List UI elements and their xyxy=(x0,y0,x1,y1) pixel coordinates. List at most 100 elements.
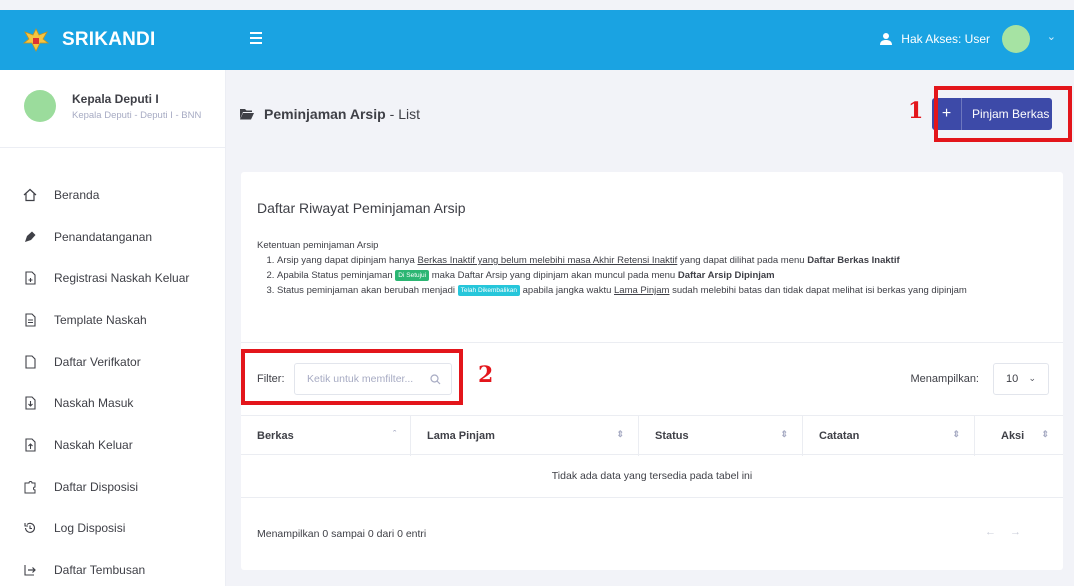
sidebar-item-label: Daftar Verifkator xyxy=(54,354,141,369)
column-header-lama-pinjam[interactable]: Lama Pinjam ⇕ xyxy=(411,416,639,456)
rule-text: maka Daftar Arsip yang dipinjam akan mun… xyxy=(429,270,678,281)
page-size-select[interactable]: 10 ⌄ xyxy=(993,363,1049,395)
access-level[interactable]: Hak Akses: User xyxy=(879,32,990,46)
card-title: Daftar Riwayat Peminjaman Arsip xyxy=(257,200,466,216)
divider xyxy=(241,342,1063,343)
column-label: Catatan xyxy=(819,430,860,442)
prev-page-button[interactable]: ← xyxy=(985,526,1010,538)
page-title: Peminjaman Arsip - List xyxy=(240,106,420,122)
returned-badge: Telah Dikembalikan xyxy=(457,284,520,296)
sidebar-item-beranda[interactable]: Beranda xyxy=(0,174,226,216)
rule-text: Arsip yang dapat dipinjam hanya xyxy=(277,255,418,266)
column-label: Berkas xyxy=(257,430,294,442)
download-file-icon xyxy=(22,395,38,411)
chevron-down-icon: ⌄ xyxy=(1028,373,1036,383)
sidebar: Kepala Deputi I Kepala Deputi - Deputi I… xyxy=(0,70,226,586)
user-avatar[interactable] xyxy=(1002,25,1030,53)
sidebar-item-label: Daftar Disposisi xyxy=(54,479,139,494)
column-label: Lama Pinjam xyxy=(427,430,495,442)
sidebar-item-naskah-keluar[interactable]: Naskah Keluar xyxy=(0,424,226,466)
rule-text: yang dapat dilihat pada menu xyxy=(677,255,808,266)
profile-role: Kepala Deputi - Deputi I - BNN xyxy=(72,110,202,121)
folder-open-icon xyxy=(240,109,254,120)
table-info: Menampilkan 0 sampai 0 dari 0 entri xyxy=(257,528,427,540)
rule-item: Arsip yang dapat dipinjam hanya Berkas I… xyxy=(277,253,1057,268)
loan-rules: Ketentuan peminjaman Arsip Arsip yang da… xyxy=(257,238,1057,298)
rule-link[interactable]: Berkas Inaktif yang belum melebihi masa … xyxy=(417,255,677,266)
garuda-logo-icon xyxy=(22,26,50,54)
brand-area[interactable]: SRIKANDI xyxy=(0,10,226,70)
sidebar-item-naskah-masuk[interactable]: Naskah Masuk xyxy=(0,382,226,424)
sidebar-item-label: Beranda xyxy=(54,187,100,202)
access-label: Hak Akses: User xyxy=(901,32,990,46)
column-label: Aksi xyxy=(1001,430,1025,442)
rule-item: Apabila Status peminjaman Di Setujui mak… xyxy=(277,268,1057,283)
sidebar-item-daftar-tembusan[interactable]: Daftar Tembusan xyxy=(0,549,226,586)
sort-icon: ⇕ xyxy=(1041,429,1049,439)
sidebar-item-label: Log Disposisi xyxy=(54,521,126,536)
page-size-label: Menampilkan: xyxy=(910,373,979,385)
rule-menu-name: Daftar Arsip Dipinjam xyxy=(677,270,775,281)
puzzle-icon xyxy=(22,479,38,495)
column-header-status[interactable]: Status ⇕ xyxy=(639,416,803,456)
approved-badge: Di Setujui xyxy=(395,269,430,281)
rule-text: Status peminjaman akan berubah menjadi xyxy=(277,285,458,296)
rule-text: apabila jangka waktu xyxy=(520,285,615,296)
table-empty-row: Tidak ada data yang tersedia pada tabel … xyxy=(241,455,1063,498)
next-page-button[interactable]: → xyxy=(1010,526,1035,538)
home-icon xyxy=(22,187,38,203)
hamburger-menu-icon[interactable] xyxy=(250,32,262,44)
column-header-catatan[interactable]: Catatan ⇕ xyxy=(803,416,975,456)
sidebar-item-label: Daftar Tembusan xyxy=(54,563,146,578)
sidebar-item-daftar-disposisi[interactable]: Daftar Disposisi xyxy=(0,466,226,508)
history-icon xyxy=(22,520,38,536)
sidebar-item-daftar-verifkator[interactable]: Daftar Verifkator xyxy=(0,341,226,383)
profile-avatar xyxy=(24,90,56,122)
column-label: Status xyxy=(655,430,689,442)
file-check-icon xyxy=(22,354,38,370)
upload-file-icon xyxy=(22,437,38,453)
sort-icon: ⇕ xyxy=(780,429,788,439)
sort-ascending-icon: ˆ xyxy=(393,429,396,439)
annotation-box-2 xyxy=(241,349,463,405)
profile: Kepala Deputi I Kepala Deputi - Deputi I… xyxy=(0,70,226,148)
page-size-value: 10 xyxy=(1006,373,1019,385)
sidebar-item-template-naskah[interactable]: Template Naskah xyxy=(0,299,226,341)
annotation-number-2: 2 xyxy=(478,362,494,388)
profile-name: Kepala Deputi I xyxy=(72,92,159,106)
sidebar-menu: Beranda Penandatanganan Registrasi Naska… xyxy=(0,174,226,586)
rule-text: sudah melebihi batas dan tidak dapat mel… xyxy=(669,285,967,296)
sidebar-item-registrasi-naskah-keluar[interactable]: Registrasi Naskah Keluar xyxy=(0,257,226,299)
brand-name: SRIKANDI xyxy=(62,29,156,50)
topbar: Hak Akses: User ⌄ xyxy=(226,10,1074,70)
annotation-number-1: 1 xyxy=(908,98,924,124)
sidebar-item-label: Penandatanganan xyxy=(54,229,153,244)
rule-item: Status peminjaman akan berubah menjadi T… xyxy=(277,283,1057,298)
rule-link[interactable]: Lama Pinjam xyxy=(614,285,669,296)
app: SRIKANDI Hak Akses: User ⌄ Kepala Deputi… xyxy=(0,0,1074,586)
column-header-aksi[interactable]: Aksi ⇕ xyxy=(975,416,1063,456)
rules-list: Arsip yang dapat dipinjam hanya Berkas I… xyxy=(257,253,1057,298)
pen-icon xyxy=(22,229,38,245)
pagination: ←→ xyxy=(985,526,1035,538)
chevron-down-icon[interactable]: ⌄ xyxy=(1047,30,1056,43)
sidebar-item-label: Template Naskah xyxy=(54,312,147,327)
sidebar-item-label: Registrasi Naskah Keluar xyxy=(54,271,190,286)
file-add-icon xyxy=(22,270,38,286)
sort-icon: ⇕ xyxy=(952,429,960,439)
sidebar-item-penandatanganan[interactable]: Penandatanganan xyxy=(0,216,226,258)
table-header: Berkas ˆ Lama Pinjam ⇕ Status ⇕ Catatan … xyxy=(241,415,1063,456)
page-subtitle: - List xyxy=(389,106,420,122)
rules-heading: Ketentuan peminjaman Arsip xyxy=(257,240,379,251)
annotation-box-1 xyxy=(934,86,1072,142)
sidebar-item-log-disposisi[interactable]: Log Disposisi xyxy=(0,508,226,550)
sidebar-item-label: Naskah Keluar xyxy=(54,437,133,452)
document-icon xyxy=(22,312,38,328)
rule-text: Apabila Status peminjaman xyxy=(277,270,396,281)
sidebar-item-label: Naskah Masuk xyxy=(54,396,134,411)
column-header-berkas[interactable]: Berkas ˆ xyxy=(241,416,411,456)
sort-icon: ⇕ xyxy=(616,429,624,439)
forward-icon xyxy=(22,562,38,578)
user-icon xyxy=(880,33,893,45)
page-title-text: Peminjaman Arsip xyxy=(264,106,386,122)
